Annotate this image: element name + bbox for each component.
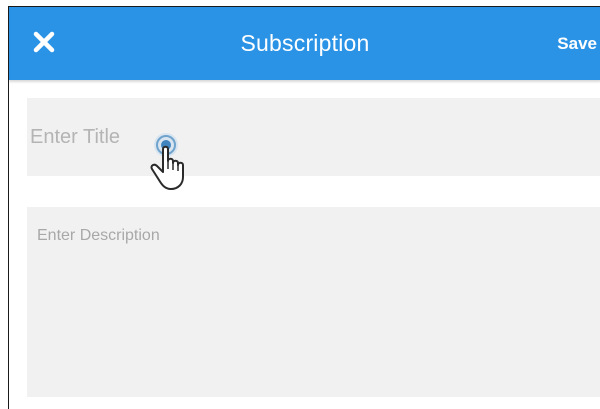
app-screen: Subscription Save <box>8 6 600 409</box>
description-input[interactable] <box>27 207 600 397</box>
title-input[interactable] <box>27 98 600 176</box>
page-title: Subscription <box>240 30 370 56</box>
save-button[interactable]: Save <box>557 7 600 80</box>
close-button[interactable] <box>31 29 57 55</box>
close-icon <box>31 29 57 55</box>
top-app-bar: Subscription Save <box>9 7 600 80</box>
